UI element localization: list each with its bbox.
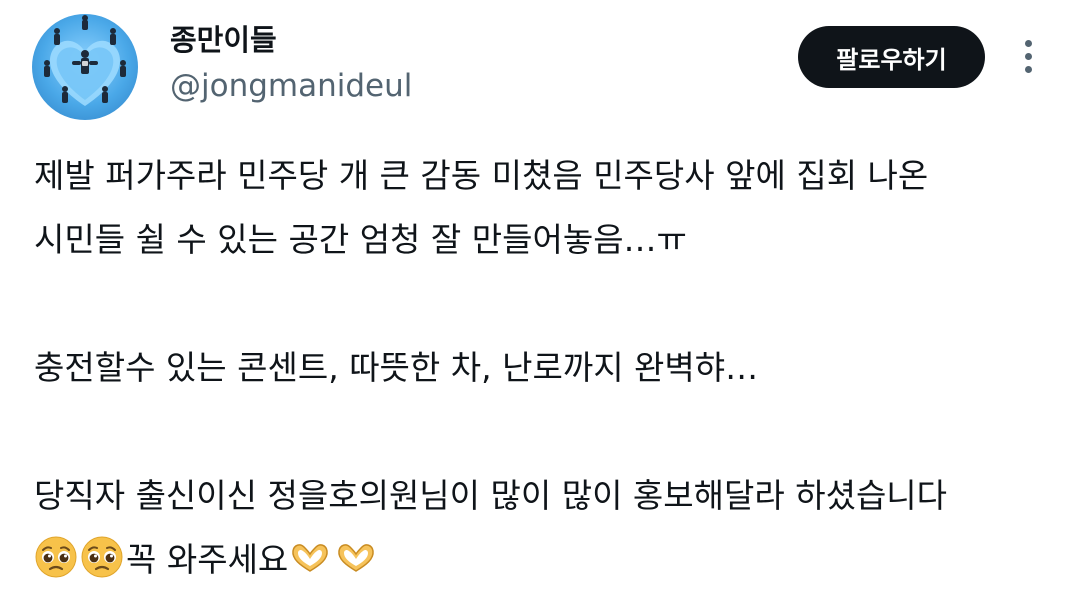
heart-hands-icon (288, 535, 332, 579)
author-display-name[interactable]: 종만이들 (170, 20, 277, 60)
tweet-line: 시민들 쉴 수 있는 공간 엄청 잘 만들어놓음…ㅠ (34, 220, 687, 259)
more-vertical-icon[interactable] (1010, 36, 1046, 76)
pleading-face-icon (34, 535, 78, 579)
tweet-line: 충전할수 있는 콘센트, 따뜻한 차, 난로까지 완벽햐… (34, 348, 759, 387)
heart-hands-icon (334, 535, 378, 579)
tweet-line: 꼭 와주세요 (126, 540, 289, 579)
author-handle[interactable]: @jongmanideul (170, 66, 412, 106)
tweet-line: 당직자 출신이신 정을호의원님이 많이 많이 홍보해달라 하셨습니다 (34, 476, 948, 515)
follow-button[interactable]: 팔로우하기 (798, 26, 985, 88)
tweet-line: 제발 퍼가주라 민주당 개 큰 감동 미쳤음 민주당사 앞에 집회 나온 (34, 156, 929, 195)
tweet-last-line: 꼭 와주세요 (34, 528, 1044, 592)
tweet-text: 제발 퍼가주라 민주당 개 큰 감동 미쳤음 민주당사 앞에 집회 나온 시민들… (34, 144, 1044, 592)
avatar[interactable] (32, 14, 138, 120)
pleading-face-icon (80, 535, 124, 579)
tweet-card: 종만이들 @jongmanideul 팔로우하기 제발 퍼가주라 민주당 개 큰… (0, 0, 1080, 579)
